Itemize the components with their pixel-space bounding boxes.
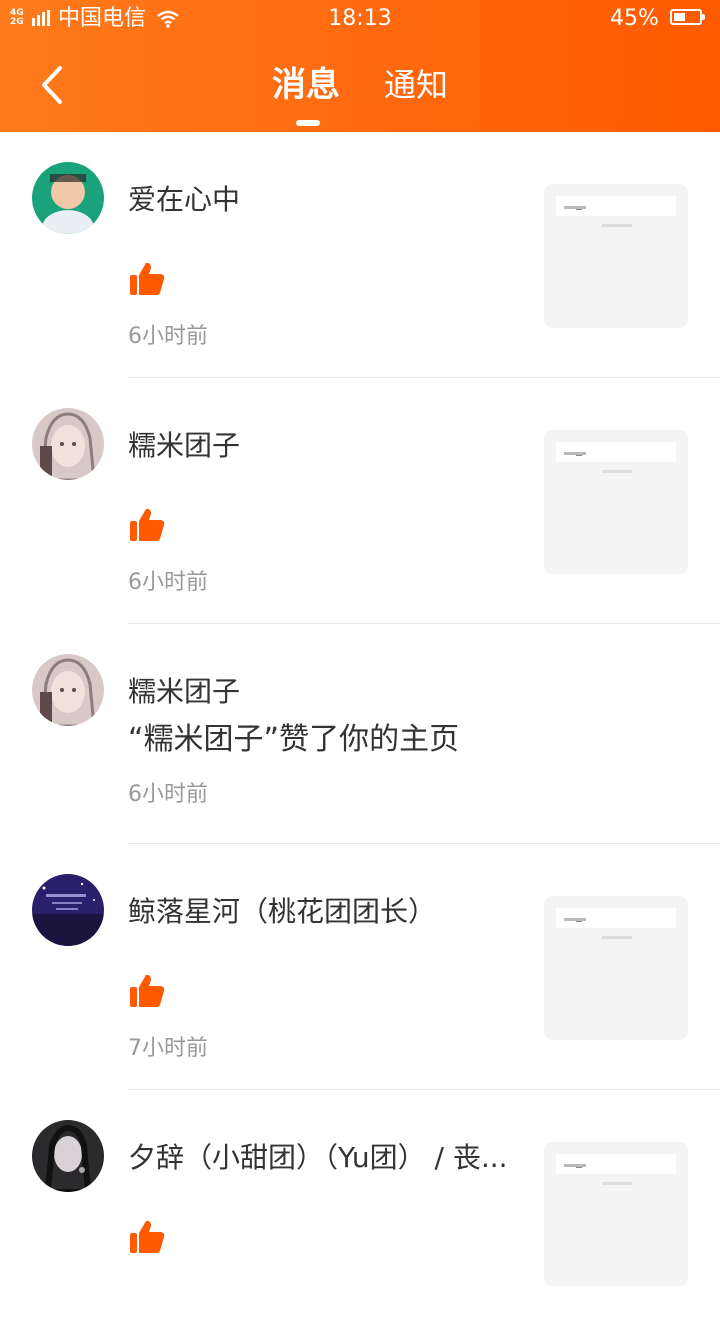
message-list: 爱在心中 6小时前 糯米团子 6小时前 糯米团子 “糯米团子”赞了你的主页 6小… <box>0 132 720 1336</box>
back-arrow-icon[interactable] <box>36 62 76 108</box>
message-text: “糯米团子”赞了你的主页 <box>128 722 460 757</box>
sender-name: 夕辞（小甜团）（Yu团） / 丧... <box>128 1141 508 1174</box>
avatar[interactable] <box>32 408 104 480</box>
content-preview-thumbnail[interactable] <box>544 1142 688 1286</box>
list-item[interactable]: 糯米团子 “糯米团子”赞了你的主页 6小时前 <box>0 624 720 844</box>
battery-icon <box>670 9 705 25</box>
content-preview-thumbnail[interactable] <box>544 896 688 1040</box>
top-header: 4G 2G 中国电信 18:13 45% 消息 通知 <box>0 0 720 132</box>
content-preview-thumbnail[interactable] <box>544 430 688 574</box>
thumbs-up-icon <box>130 508 165 541</box>
list-item[interactable]: 糯米团子 6小时前 <box>0 378 720 624</box>
tab-notifications[interactable]: 通知 <box>384 62 448 108</box>
avatar[interactable] <box>32 162 104 234</box>
timestamp: 6小时前 <box>128 324 208 349</box>
thumbs-up-icon <box>130 262 165 295</box>
avatar[interactable] <box>32 654 104 726</box>
battery-percent: 45% <box>610 6 659 31</box>
status-bar: 4G 2G 中国电信 18:13 45% <box>0 0 720 40</box>
content-preview-thumbnail[interactable] <box>544 184 688 328</box>
thumbs-up-icon <box>130 974 165 1007</box>
tab-messages[interactable]: 消息 <box>272 62 340 108</box>
thumbs-up-icon <box>130 1220 165 1253</box>
list-item[interactable]: 鲸落星河（桃花团团长） 7小时前 <box>0 844 720 1090</box>
list-item[interactable]: 爱在心中 6小时前 <box>0 132 720 378</box>
avatar[interactable] <box>32 1120 104 1192</box>
timestamp: 7小时前 <box>128 1036 208 1061</box>
timestamp: 6小时前 <box>128 782 208 807</box>
list-item[interactable]: 夕辞（小甜团）（Yu团） / 丧... <box>0 1090 720 1336</box>
sender-name: 糯米团子 <box>128 429 241 462</box>
sender-name: 鲸落星河（桃花团团长） <box>128 895 437 928</box>
timestamp: 6小时前 <box>128 570 208 595</box>
sender-name: 糯米团子 <box>128 675 241 708</box>
sender-name: 爱在心中 <box>128 183 241 216</box>
active-tab-indicator <box>296 120 320 126</box>
avatar[interactable] <box>32 874 104 946</box>
